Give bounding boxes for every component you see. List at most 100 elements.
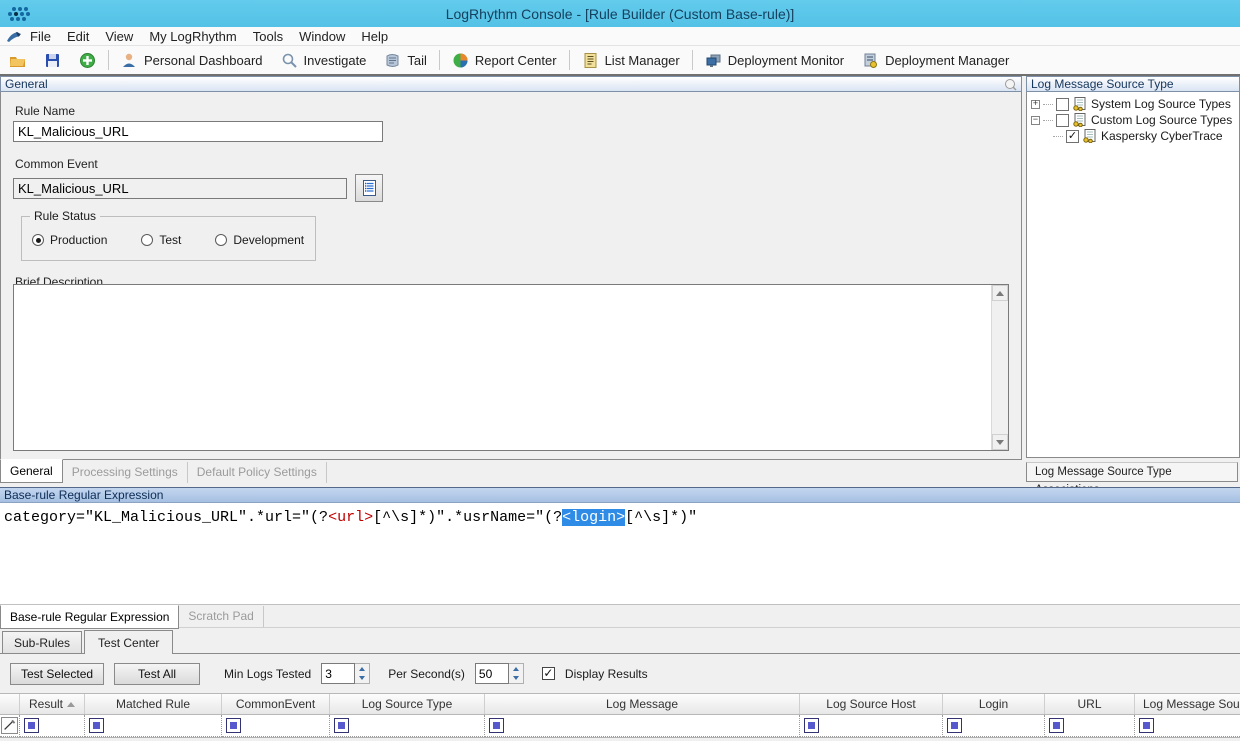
- tree-item-custom-log-source-types[interactable]: − Custom Log Source Types: [1031, 112, 1239, 128]
- filter-box-icon[interactable]: [226, 718, 241, 733]
- filter-cell-log-message[interactable]: [485, 715, 800, 737]
- column-header-login[interactable]: Login: [943, 694, 1045, 714]
- source-associations-tab[interactable]: Log Message Source Type Associations: [1026, 462, 1238, 482]
- list-manager-button[interactable]: List Manager: [573, 48, 689, 72]
- custom-types-checkbox[interactable]: [1056, 114, 1069, 127]
- expand-plus-icon[interactable]: +: [1031, 100, 1040, 109]
- description-scrollbar[interactable]: [991, 285, 1008, 450]
- new-button[interactable]: [70, 48, 105, 72]
- filter-box-icon[interactable]: [804, 718, 819, 733]
- filter-cell-common-event[interactable]: [222, 715, 330, 737]
- filter-box-icon[interactable]: [1139, 718, 1154, 733]
- tab-default-policy-settings[interactable]: Default Policy Settings: [188, 462, 327, 483]
- tree-item-system-log-source-types[interactable]: + System Log Source Types: [1031, 96, 1239, 112]
- regex-editor[interactable]: category="KL_Malicious_URL".*url="(?<url…: [0, 503, 1240, 605]
- save-button[interactable]: [35, 48, 70, 72]
- brief-description-field: [13, 284, 1009, 451]
- radio-development-label: Development: [233, 233, 304, 247]
- personal-dashboard-button[interactable]: Personal Dashboard: [112, 48, 272, 72]
- tree-connector: [1053, 136, 1063, 137]
- filter-box-icon[interactable]: [89, 718, 104, 733]
- filter-edit-cell[interactable]: [0, 715, 20, 737]
- tree-item-kaspersky-cybertrace[interactable]: ✓ Kaspersky CyberTrace: [1031, 128, 1239, 144]
- app-menu-icon[interactable]: [6, 30, 22, 43]
- column-header-common-event[interactable]: CommonEvent: [222, 694, 330, 714]
- menu-bar: File Edit View My LogRhythm Tools Window…: [0, 27, 1240, 46]
- menu-window[interactable]: Window: [291, 27, 353, 46]
- collapse-minus-icon[interactable]: −: [1031, 116, 1040, 125]
- column-header-url[interactable]: URL: [1045, 694, 1135, 714]
- logrhythm-console-window: LogRhythm Console - [Rule Builder (Custo…: [0, 0, 1240, 741]
- filter-box-icon[interactable]: [947, 718, 962, 733]
- test-all-button[interactable]: Test All: [114, 663, 200, 685]
- investigate-button[interactable]: Investigate: [272, 48, 376, 72]
- regex-capture-url: <url>: [328, 509, 373, 526]
- display-results-checkbox[interactable]: ✓: [542, 667, 555, 680]
- filter-cell-log-source-host[interactable]: [800, 715, 943, 737]
- min-logs-spin-buttons[interactable]: [355, 663, 370, 684]
- filter-cell-log-message-source[interactable]: [1135, 715, 1240, 737]
- column-header-log-message-source[interactable]: Log Message Sou: [1135, 694, 1240, 714]
- system-types-checkbox[interactable]: [1056, 98, 1069, 111]
- common-event-input[interactable]: [13, 178, 347, 199]
- filter-cell-url[interactable]: [1045, 715, 1135, 737]
- column-header-log-source-host[interactable]: Log Source Host: [800, 694, 943, 714]
- rule-name-input[interactable]: [13, 121, 383, 142]
- tail-button[interactable]: Tail: [375, 48, 436, 72]
- scrollbar-up-button[interactable]: [992, 285, 1008, 301]
- menu-edit[interactable]: Edit: [59, 27, 97, 46]
- min-logs-input[interactable]: [321, 663, 355, 684]
- open-folder-icon: [9, 52, 26, 69]
- deployment-manager-button[interactable]: Deployment Manager: [853, 48, 1018, 72]
- menu-file[interactable]: File: [22, 27, 59, 46]
- tab-base-rule-regex[interactable]: Base-rule Regular Expression: [0, 605, 179, 629]
- brief-description-textarea[interactable]: [14, 285, 991, 450]
- tab-processing-settings[interactable]: Processing Settings: [63, 462, 188, 483]
- filter-box-icon[interactable]: [1049, 718, 1064, 733]
- column-header-result[interactable]: Result: [20, 694, 85, 714]
- general-panel-body: Rule Name Common Event Rule Status Produ: [0, 92, 1022, 460]
- column-header-matched-rule[interactable]: Matched Rule: [85, 694, 222, 714]
- column-header-log-source-type[interactable]: Log Source Type: [330, 694, 485, 714]
- regex-segment: [^\s]*)": [625, 509, 697, 526]
- filter-cell-login[interactable]: [943, 715, 1045, 737]
- tree-connector: [1043, 104, 1053, 105]
- report-center-button[interactable]: Report Center: [443, 48, 566, 72]
- common-event-browse-button[interactable]: [355, 174, 383, 202]
- radio-test[interactable]: [141, 234, 153, 246]
- logrhythm-logo-icon: [6, 4, 32, 24]
- tab-general[interactable]: General: [0, 459, 63, 483]
- general-panel-title: General: [5, 77, 48, 91]
- filter-cell-log-source-type[interactable]: [330, 715, 485, 737]
- per-second-spin-buttons[interactable]: [509, 663, 524, 684]
- test-selected-button[interactable]: Test Selected: [10, 663, 104, 685]
- per-second-input[interactable]: [475, 663, 509, 684]
- scrollbar-down-button[interactable]: [992, 434, 1008, 450]
- deployment-monitor-label: Deployment Monitor: [728, 53, 844, 68]
- filter-box-icon[interactable]: [334, 718, 349, 733]
- filter-box-icon[interactable]: [24, 718, 39, 733]
- tab-test-center[interactable]: Test Center: [84, 630, 173, 654]
- tab-scratch-pad[interactable]: Scratch Pad: [179, 606, 263, 627]
- deployment-monitor-button[interactable]: Deployment Monitor: [696, 48, 853, 72]
- tab-sub-rules[interactable]: Sub-Rules: [2, 631, 82, 653]
- menu-tools[interactable]: Tools: [245, 27, 291, 46]
- open-button[interactable]: [0, 48, 35, 72]
- pin-icon[interactable]: [1004, 78, 1017, 91]
- display-results-label: Display Results: [565, 667, 648, 681]
- main-toolbar: Personal Dashboard Investigate Tail Repo…: [0, 46, 1240, 76]
- filter-box-icon[interactable]: [489, 718, 504, 733]
- radio-development[interactable]: [215, 234, 227, 246]
- filter-cell-matched-rule[interactable]: [85, 715, 222, 737]
- menu-view[interactable]: View: [97, 27, 141, 46]
- column-header-log-message[interactable]: Log Message: [485, 694, 800, 714]
- kaspersky-checkbox[interactable]: ✓: [1066, 130, 1079, 143]
- menu-help[interactable]: Help: [353, 27, 396, 46]
- filter-cell-result[interactable]: [20, 715, 85, 737]
- radio-production[interactable]: [32, 234, 44, 246]
- log-source-type-icon: [1072, 97, 1088, 111]
- menu-my-logrhythm[interactable]: My LogRhythm: [141, 27, 244, 46]
- tail-label: Tail: [407, 53, 427, 68]
- source-associations-panel: Log Message Source Type Associations + S…: [1026, 76, 1240, 487]
- person-icon: [121, 52, 138, 69]
